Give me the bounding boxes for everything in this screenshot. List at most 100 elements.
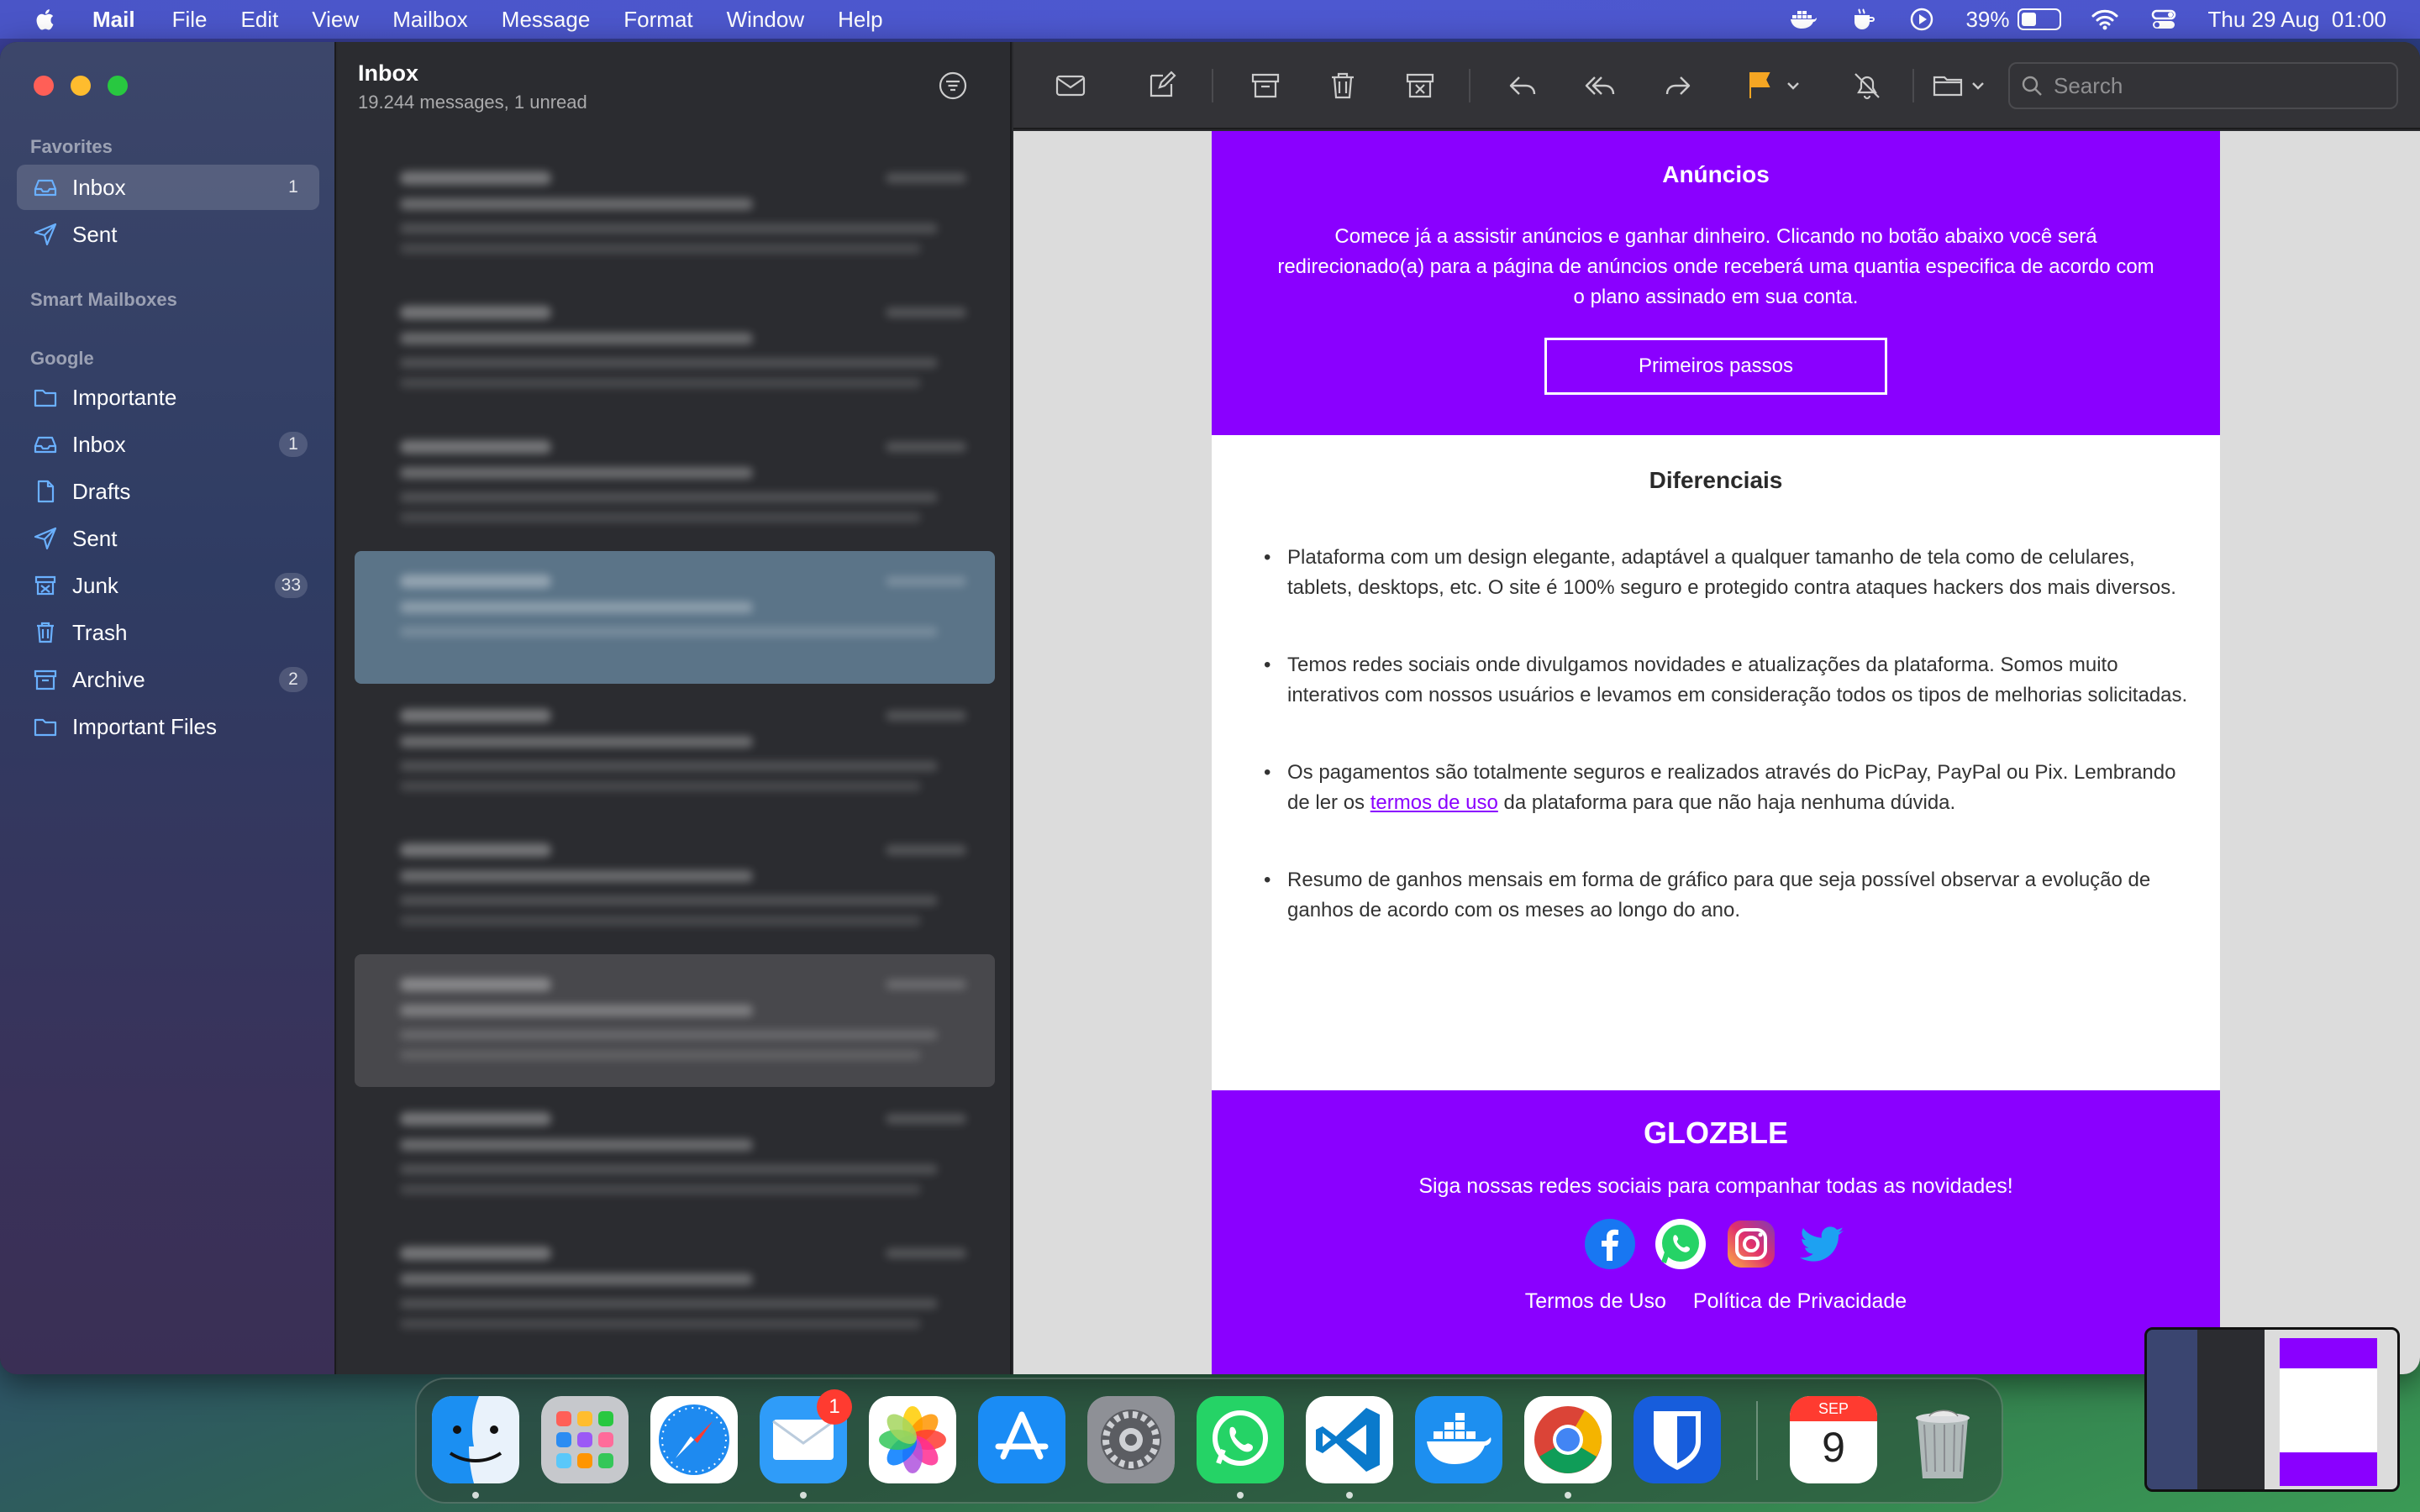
terms-link[interactable]: Termos de Uso [1525,1289,1666,1314]
running-indicator [800,1492,807,1499]
sidebar-item-favorites-inbox[interactable]: Inbox 1 [17,165,319,210]
message-row[interactable] [355,1089,995,1221]
play-status-icon[interactable] [1907,7,1937,32]
message-row[interactable] [355,126,995,143]
sidebar-item-important-files[interactable]: Important Files [17,704,319,749]
dock-app-store[interactable] [978,1396,1065,1483]
reply-button[interactable] [1504,67,1541,104]
menu-help[interactable]: Help [838,7,882,33]
chevron-down-icon [1787,82,1799,90]
get-mail-button[interactable] [1052,67,1089,104]
whatsapp-icon [1197,1396,1284,1483]
dock-trash[interactable] [1899,1396,1986,1483]
reply-all-button[interactable] [1581,67,1618,104]
flag-button[interactable] [1741,67,1778,104]
instagram-icon[interactable] [1724,1217,1778,1271]
thumb-reading [2265,1330,2397,1489]
screenshot-thumbnail[interactable] [2144,1327,2400,1492]
message-row[interactable] [355,148,995,281]
sidebar-item-favorites-sent[interactable]: Sent [17,212,319,257]
search-field[interactable]: Search [2008,62,2398,109]
dock-calendar[interactable]: SEP 9 [1790,1396,1877,1483]
dock-docker[interactable] [1415,1396,1502,1483]
docker-icon [1415,1396,1502,1483]
sidebar-item-archive[interactable]: Archive 2 [17,657,319,702]
flag-menu-button[interactable] [1783,67,1803,104]
junk-button[interactable] [1402,67,1439,104]
forward-button[interactable] [1659,67,1696,104]
dock-launchpad[interactable] [541,1396,629,1483]
archive-button[interactable] [1247,67,1284,104]
menu-message[interactable]: Message [502,7,591,33]
folder-icon [30,711,60,742]
mute-button[interactable] [1849,67,1886,104]
sidebar-item-google-sent[interactable]: Sent [17,516,319,561]
menu-file[interactable]: File [172,7,208,33]
message-row[interactable] [355,282,995,415]
smart-mailboxes-header[interactable]: Smart Mailboxes [30,289,177,311]
menu-mailbox[interactable]: Mailbox [392,7,468,33]
message-row[interactable] [355,417,995,549]
sidebar-item-drafts[interactable]: Drafts [17,469,319,514]
close-window-button[interactable] [34,76,54,96]
message-rows [338,126,1010,1374]
sidebar-item-junk[interactable]: Junk 33 [17,563,319,608]
minimize-window-button[interactable] [71,76,91,96]
docker-status-icon[interactable] [1789,7,1819,32]
twitter-icon[interactable] [1795,1217,1849,1271]
compose-button[interactable] [1143,67,1180,104]
coffee-status-icon[interactable] [1848,7,1878,32]
menu-view[interactable]: View [312,7,359,33]
move-menu-button[interactable] [1968,67,1988,104]
menubar-clock[interactable]: Thu 29 Aug 01:00 [2207,7,2386,33]
menu-edit[interactable]: Edit [240,7,278,33]
toolbar: Search [1013,42,2420,129]
wifi-icon[interactable] [2090,7,2120,32]
zoom-window-button[interactable] [108,76,128,96]
menu-app-name[interactable]: Mail [92,7,135,33]
whatsapp-icon[interactable] [1654,1217,1707,1271]
facebook-icon[interactable] [1583,1217,1637,1271]
sidebar-item-google-inbox[interactable]: Inbox 1 [17,422,319,467]
message-row[interactable] [355,685,995,818]
message-row[interactable] [355,1223,995,1356]
battery-indicator[interactable]: 39% [1965,7,2062,33]
control-center-icon[interactable] [2149,7,2179,32]
filter-icon[interactable] [938,71,968,101]
terms-of-use-link[interactable]: termos de uso [1370,791,1498,814]
dock-bitwarden[interactable] [1634,1396,1721,1483]
sent-icon [30,523,60,554]
dock-finder[interactable] [432,1396,519,1483]
apple-icon[interactable] [34,7,59,32]
dock-system-settings[interactable] [1087,1396,1175,1483]
google-account-header[interactable]: Google [30,348,94,370]
running-indicator [1565,1492,1571,1499]
sidebar-item-trash[interactable]: Trash [17,610,319,655]
reading-pane: Anúncios Comece já a assistir anúncios e… [1013,131,2420,1374]
features-title: Diferenciais [1649,467,1783,493]
message-row[interactable] [355,820,995,953]
sidebar-item-importante[interactable]: Importante [17,375,319,420]
move-button[interactable] [1929,67,1966,104]
delete-button[interactable] [1324,67,1361,104]
bell-slash-icon [1854,73,1880,100]
dock-safari[interactable] [650,1396,738,1483]
trash-can-icon [1916,1410,1970,1478]
finder-icon [432,1396,519,1483]
menu-format[interactable]: Format [623,7,692,33]
first-steps-button[interactable]: Primeiros passos [1544,338,1887,395]
message-row[interactable] [355,954,995,1087]
dock-photos[interactable] [869,1396,956,1483]
privacy-link[interactable]: Política de Privacidade [1693,1289,1907,1314]
flag-icon [1749,72,1770,98]
reply-all-icon [1585,76,1615,95]
dock-vscode[interactable] [1306,1396,1393,1483]
message-row-selected[interactable] [355,551,995,684]
dock-chrome[interactable] [1524,1396,1612,1483]
chrome-icon [1524,1396,1612,1483]
menu-window[interactable]: Window [727,7,804,33]
sidebar-item-label: Sent [72,525,118,551]
menu-bar: Mail File Edit View Mailbox Message Form… [0,0,2420,39]
calendar-day: 9 [1822,1424,1845,1471]
dock-whatsapp[interactable] [1197,1396,1284,1483]
